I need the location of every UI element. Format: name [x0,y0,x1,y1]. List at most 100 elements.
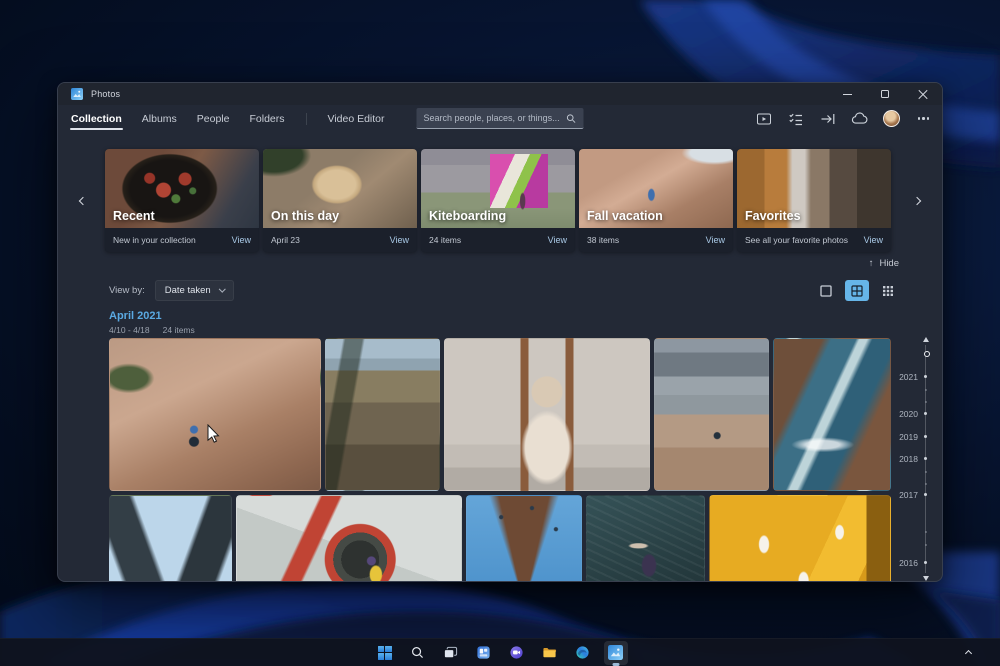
chat-icon [509,645,524,660]
timeline-year-2018[interactable]: 2018 [894,454,918,464]
medium-grid-toggle-selected[interactable] [845,280,869,301]
carousel-prev-button[interactable] [73,179,93,223]
select-multiple-button[interactable] [787,110,804,127]
taskbar-icons [373,641,628,665]
album-card-fall-vacation[interactable]: Fall vacation 38 items View [579,149,733,252]
mouse-cursor [207,424,220,448]
item-count: 24 items [163,325,195,335]
minimize-icon [843,94,852,95]
import-button[interactable] [819,110,836,127]
taskbar-search-button[interactable] [406,641,430,665]
file-explorer-icon [542,645,557,660]
view-by-label: View by: [109,285,145,296]
photo-aerial-city[interactable] [325,338,440,491]
up-arrow-icon: ↑ [869,258,874,269]
small-grid-icon [881,284,895,298]
search-input[interactable] [424,113,566,123]
timeline-up-arrow[interactable] [923,337,929,342]
album-view-link[interactable]: View [706,235,725,245]
minimize-button[interactable] [828,83,866,105]
photo-yellow-building[interactable] [709,495,891,582]
timeline-dot [924,561,927,564]
album-card-on-this-day[interactable]: On this day April 23 View [263,149,417,252]
timeline-tick [925,471,927,473]
show-hidden-icons-button[interactable] [958,643,978,663]
tab-albums[interactable]: Albums [141,109,178,129]
cloud-icon [851,110,868,127]
timeline-thumb[interactable] [924,351,930,357]
timeline-scrollbar[interactable]: 2021 2020 2019 2018 2017 2016 [892,335,938,581]
slideshow-icon [756,111,772,127]
tab-people[interactable]: People [196,109,231,129]
photo-boat-overhead[interactable] [236,495,462,582]
tab-folders[interactable]: Folders [248,109,285,129]
photo-ocean-cliff[interactable] [773,338,891,491]
multiselect-icon [788,111,804,127]
widgets-button[interactable] [472,641,496,665]
search-box[interactable] [417,108,584,129]
tab-collection[interactable]: Collection [70,109,123,129]
titlebar[interactable]: Photos [58,83,942,105]
taskbar-photos-button-active[interactable] [604,641,628,665]
photo-star-spire[interactable] [466,495,582,582]
timeline-year-2017[interactable]: 2017 [894,490,918,500]
slideshow-button[interactable] [755,110,772,127]
timeline-dot [924,375,927,378]
album-view-link[interactable]: View [548,235,567,245]
photo-rocky-shore[interactable] [654,338,769,491]
album-card-kiteboarding[interactable]: Kiteboarding 24 items View [421,149,575,252]
album-card-recent[interactable]: Recent New in your collection View [105,149,259,252]
album-view-link[interactable]: View [390,235,409,245]
edge-button[interactable] [571,641,595,665]
timeline-year-2019[interactable]: 2019 [894,432,918,442]
widgets-icon [476,645,491,660]
timeline-year-2021[interactable]: 2021 [894,372,918,382]
maximize-button[interactable] [866,83,904,105]
album-card-favorites[interactable]: Favorites See all your favorite photos V… [737,149,891,252]
carousel-next-button[interactable] [907,179,927,223]
timeline-tick [925,483,927,485]
photos-app-icon [71,88,83,100]
timeline-tick [925,544,927,546]
month-group-title[interactable]: April 2021 [109,310,162,322]
account-avatar[interactable] [883,110,900,127]
timeline-year-2020[interactable]: 2020 [894,409,918,419]
timeline-year-2016[interactable]: 2016 [894,558,918,568]
album-subtitle: 24 items [429,235,461,245]
timeline-tick [925,401,927,403]
timeline-tick [925,531,927,533]
hide-carousel-button[interactable]: ↑ Hide [869,258,899,269]
onedrive-button[interactable] [851,110,868,127]
album-subtitle: April 23 [271,235,300,245]
date-taken-dropdown[interactable]: Date taken [155,280,234,301]
screen: Photos Collection Albums People Folders … [0,0,1000,666]
task-view-button[interactable] [439,641,463,665]
album-title: Recent [113,209,155,223]
photo-eiffel-below[interactable] [109,495,232,582]
month-group-meta: 4/10 - 4/18 24 items [109,325,195,335]
file-explorer-button[interactable] [538,641,562,665]
album-view-link[interactable]: View [864,235,883,245]
system-tray [958,639,978,666]
hide-label: Hide [879,258,899,269]
start-button[interactable] [373,641,397,665]
nav-tabs: Collection Albums People Folders Video E… [70,109,386,129]
photo-hiker-rocks[interactable] [109,338,321,491]
timeline-down-arrow[interactable] [923,576,929,581]
chevron-down-icon [219,286,225,292]
album-view-link[interactable]: View [232,235,251,245]
see-more-button[interactable] [915,110,932,127]
tab-video-editor[interactable]: Video Editor [327,109,386,129]
photo-dog-chair[interactable] [444,338,650,491]
close-button[interactable] [904,83,942,105]
album-subtitle: New in your collection [113,235,196,245]
timeline-dot [924,435,927,438]
edge-icon [575,645,590,660]
album-title: Favorites [745,209,801,223]
single-view-toggle[interactable] [814,280,838,301]
search-icon[interactable] [566,113,577,124]
photo-swimmer[interactable] [586,495,705,582]
timeline-tick [925,389,927,391]
small-grid-toggle[interactable] [876,280,900,301]
chat-button[interactable] [505,641,529,665]
